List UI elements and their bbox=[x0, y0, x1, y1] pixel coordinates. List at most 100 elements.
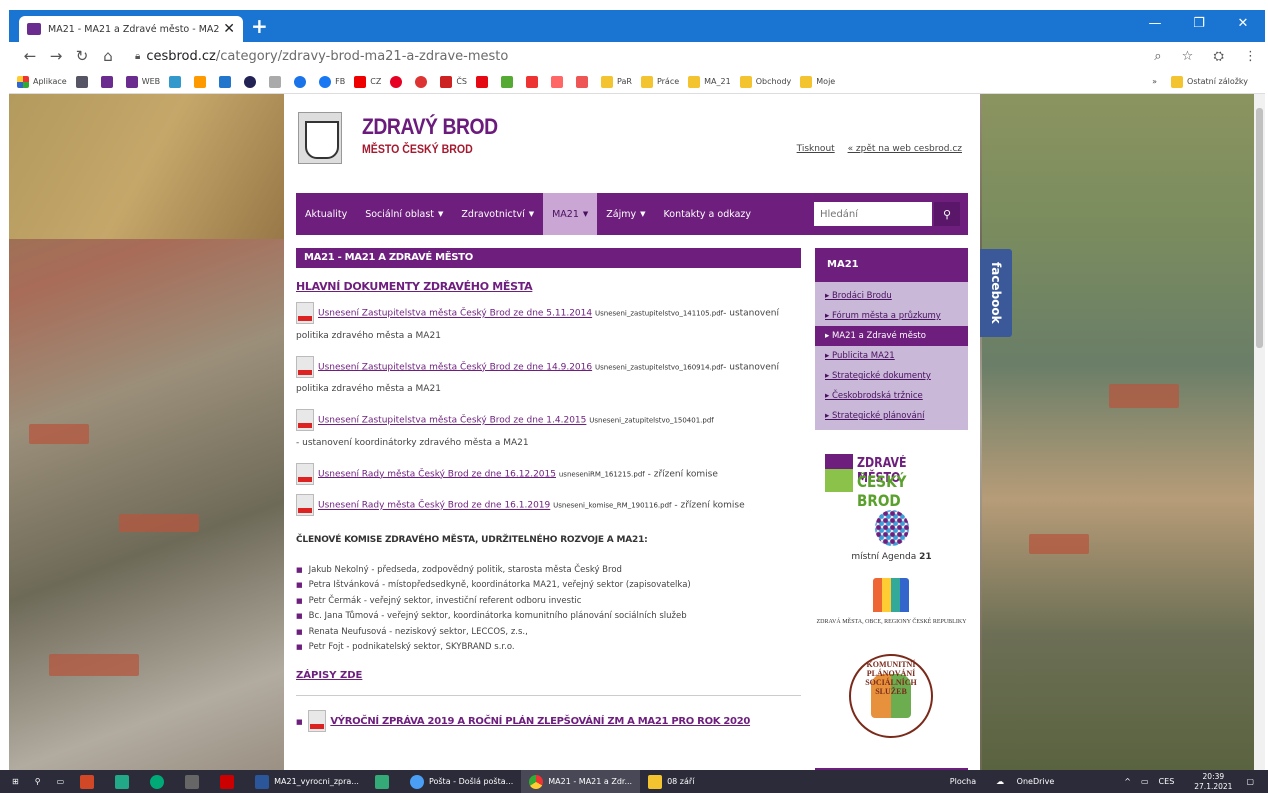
maximize-icon[interactable]: ❐ bbox=[1177, 10, 1221, 42]
back-icon[interactable]: ← bbox=[17, 47, 43, 65]
minutes-link[interactable]: ZÁPISY ZDE bbox=[296, 670, 801, 681]
bookmark-icon-5[interactable] bbox=[219, 75, 235, 88]
pdf-icon[interactable] bbox=[296, 494, 314, 516]
menu-item-ma21[interactable]: MA21 ▼ bbox=[543, 193, 598, 235]
pdf-icon[interactable] bbox=[296, 462, 314, 485]
taskbar-app[interactable] bbox=[107, 770, 142, 793]
site-title[interactable]: ZDRAVÝ BROD bbox=[362, 114, 498, 140]
docs-heading[interactable]: HLAVNÍ DOKUMENTY ZDRAVÉHO MĚSTA bbox=[296, 280, 801, 293]
sidebar-item-strategicke-dokumenty[interactable]: ▸ Strategické dokumenty bbox=[815, 366, 968, 386]
bookmark-icon-14[interactable] bbox=[551, 75, 567, 88]
bookmark-icon-6[interactable] bbox=[244, 75, 260, 88]
close-window-icon[interactable]: ✕ bbox=[1221, 10, 1265, 42]
desktop-label[interactable]: Plocha bbox=[950, 777, 976, 786]
sidebar-item-strategicke-planovani[interactable]: ▸ Strategické plánování bbox=[815, 406, 968, 426]
notification-icon[interactable]: ▢ bbox=[1246, 777, 1254, 786]
doc-link[interactable]: Usnesení Rady města Český Brod ze dne 16… bbox=[318, 469, 556, 479]
sidebar-item-brodaci-brodu[interactable]: ▸ Brodáci Brodu bbox=[815, 286, 968, 306]
language-indicator[interactable]: CES bbox=[1159, 777, 1175, 786]
menu-icon[interactable]: ⋮ bbox=[1244, 49, 1257, 64]
print-link[interactable]: Tisknout bbox=[797, 144, 835, 154]
zoom-icon[interactable]: ⌕ bbox=[1154, 49, 1161, 64]
bookmark-folder-par[interactable]: PaR bbox=[601, 75, 632, 88]
taskbar-app[interactable] bbox=[212, 770, 247, 793]
task-view-button[interactable]: ▭ bbox=[49, 770, 73, 793]
address-bar[interactable]: 🔒︎ cesbrod.cz/category/zdravy-brod-ma21-… bbox=[129, 44, 1138, 68]
city-coat-of-arms[interactable] bbox=[298, 112, 342, 164]
forward-icon[interactable]: → bbox=[43, 47, 69, 65]
search-input[interactable] bbox=[814, 202, 932, 226]
doc-link[interactable]: Usnesení Zastupitelstva města Český Brod… bbox=[318, 362, 592, 372]
facebook-tab[interactable]: facebook bbox=[980, 249, 1012, 337]
reload-icon[interactable]: ↻ bbox=[69, 47, 95, 65]
bookmark-icon-10[interactable] bbox=[415, 75, 431, 88]
bookmark-cz[interactable]: CZ bbox=[354, 75, 381, 88]
taskbar-app[interactable] bbox=[142, 770, 177, 793]
bookmark-icon-3[interactable] bbox=[169, 75, 185, 88]
scrollbar[interactable] bbox=[1254, 94, 1265, 770]
bookmark-folder-prace[interactable]: Práce bbox=[640, 75, 679, 88]
scrollbar-thumb[interactable] bbox=[1256, 108, 1263, 348]
zdrave-mesto-logo[interactable]: ZDRAVÉ MĚSTO ČESKÝ BROD bbox=[815, 448, 968, 510]
pdf-icon[interactable] bbox=[308, 709, 327, 732]
taskbar-app[interactable] bbox=[72, 770, 107, 793]
bookmark-fb[interactable]: FB bbox=[319, 75, 345, 88]
taskbar-app-mail[interactable]: Pošta - Došlá pošta... bbox=[402, 770, 521, 793]
bookmark-icon-7[interactable] bbox=[269, 75, 285, 88]
network-icon[interactable]: ▭ bbox=[1141, 777, 1149, 786]
sidebar-item-forum[interactable]: ▸ Fórum města a průzkumy bbox=[815, 306, 968, 326]
annual-report-link[interactable]: VÝROČNÍ ZPRÁVA 2019 A ROČNÍ PLÁN ZLEPŠOV… bbox=[296, 709, 801, 732]
bookmark-folder-moje[interactable]: Moje bbox=[800, 75, 835, 88]
nszm-logo[interactable]: ZDRAVÁ MĚSTA, OBCE, REGIONY ČESKÉ REPUBL… bbox=[815, 578, 968, 648]
close-tab-icon[interactable]: ✕ bbox=[219, 21, 235, 37]
home-icon[interactable]: ⌂ bbox=[95, 47, 121, 65]
lock-icon[interactable]: 🔒︎ bbox=[135, 51, 140, 62]
doc-link[interactable]: Usnesení Zastupitelstva města Český Brod… bbox=[318, 309, 592, 319]
bookmark-folder-obchody[interactable]: Obchody bbox=[739, 75, 791, 88]
menu-item-socialni-oblast[interactable]: Sociální oblast ▼ bbox=[356, 193, 452, 235]
back-to-web-link[interactable]: « zpět na web cesbrod.cz bbox=[848, 144, 962, 154]
bookmark-icon-4[interactable] bbox=[194, 75, 210, 88]
bookmark-folder-ma21[interactable]: MA_21 bbox=[688, 75, 731, 88]
bookmark-cs[interactable]: ČS bbox=[440, 75, 467, 88]
bookmark-apps[interactable]: Aplikace bbox=[17, 75, 67, 88]
minimize-icon[interactable]: — bbox=[1133, 10, 1177, 42]
pdf-icon[interactable] bbox=[296, 355, 314, 378]
tray-chevron-icon[interactable]: ^ bbox=[1124, 777, 1131, 786]
taskbar-app[interactable] bbox=[367, 770, 402, 793]
start-button[interactable]: ⊞ bbox=[4, 770, 27, 793]
bookmark-other[interactable]: Ostatní záložky bbox=[1171, 75, 1248, 88]
bookmark-icon-8[interactable] bbox=[294, 75, 310, 88]
taskbar-app-word[interactable]: MA21_vyrocni_zpra... bbox=[247, 770, 367, 793]
onedrive-label[interactable]: ☁ OneDrive bbox=[986, 777, 1054, 786]
bookmark-icon-1[interactable] bbox=[75, 75, 92, 88]
search-button[interactable]: ⚲ bbox=[934, 202, 960, 226]
taskbar-app[interactable] bbox=[177, 770, 212, 793]
bookmark-icon-15[interactable] bbox=[576, 75, 592, 88]
sidebar-item-ma21-zdrave-mesto[interactable]: ▸ MA21 a Zdravé město bbox=[815, 326, 968, 346]
bookmark-icon-2[interactable] bbox=[100, 75, 117, 88]
pdf-icon[interactable] bbox=[296, 302, 314, 324]
doc-link[interactable]: Usnesení Rady města Český Brod ze dne 16… bbox=[318, 501, 550, 511]
extension-icon[interactable]: ⛭ bbox=[1213, 49, 1223, 64]
menu-item-aktuality[interactable]: Aktuality bbox=[296, 193, 356, 235]
menu-item-zdravotnictvi[interactable]: Zdravotnictví ▼ bbox=[452, 193, 543, 235]
bookmark-icon-12[interactable] bbox=[501, 75, 517, 88]
pdf-icon[interactable] bbox=[296, 409, 314, 431]
bookmark-icon-13[interactable] bbox=[526, 75, 542, 88]
sidebar-item-publicita[interactable]: ▸ Publicita MA21 bbox=[815, 346, 968, 366]
bookmark-icon-9[interactable] bbox=[390, 75, 406, 88]
taskbar-app-folder[interactable]: 08 září bbox=[640, 770, 702, 793]
bookmark-web[interactable]: WEB bbox=[125, 75, 160, 88]
menu-item-zajmy[interactable]: Zájmy ▼ bbox=[597, 193, 654, 235]
new-tab-icon[interactable]: + bbox=[251, 14, 268, 38]
browser-tab[interactable]: MA21 - MA21 a Zdravé město - MA21 ✕ bbox=[19, 16, 243, 42]
bookmarks-overflow[interactable]: » bbox=[1152, 77, 1157, 86]
clock[interactable]: 20:39 27.1.2021 bbox=[1184, 772, 1232, 792]
doc-link[interactable]: Usnesení Zastupitelstva města Český Brod… bbox=[318, 416, 586, 426]
bookmark-icon-11[interactable] bbox=[476, 75, 492, 88]
taskbar-app-chrome[interactable]: MA21 - MA21 a Zdr... bbox=[521, 770, 641, 793]
ma21-logo[interactable]: místní Agenda 21 bbox=[815, 508, 968, 570]
kps-logo[interactable]: KOMUNITNÍ PLÁNOVÁNÍ SOCIÁLNÍCH SLUŽEB bbox=[815, 654, 968, 738]
menu-item-kontakty[interactable]: Kontakty a odkazy bbox=[655, 193, 760, 235]
